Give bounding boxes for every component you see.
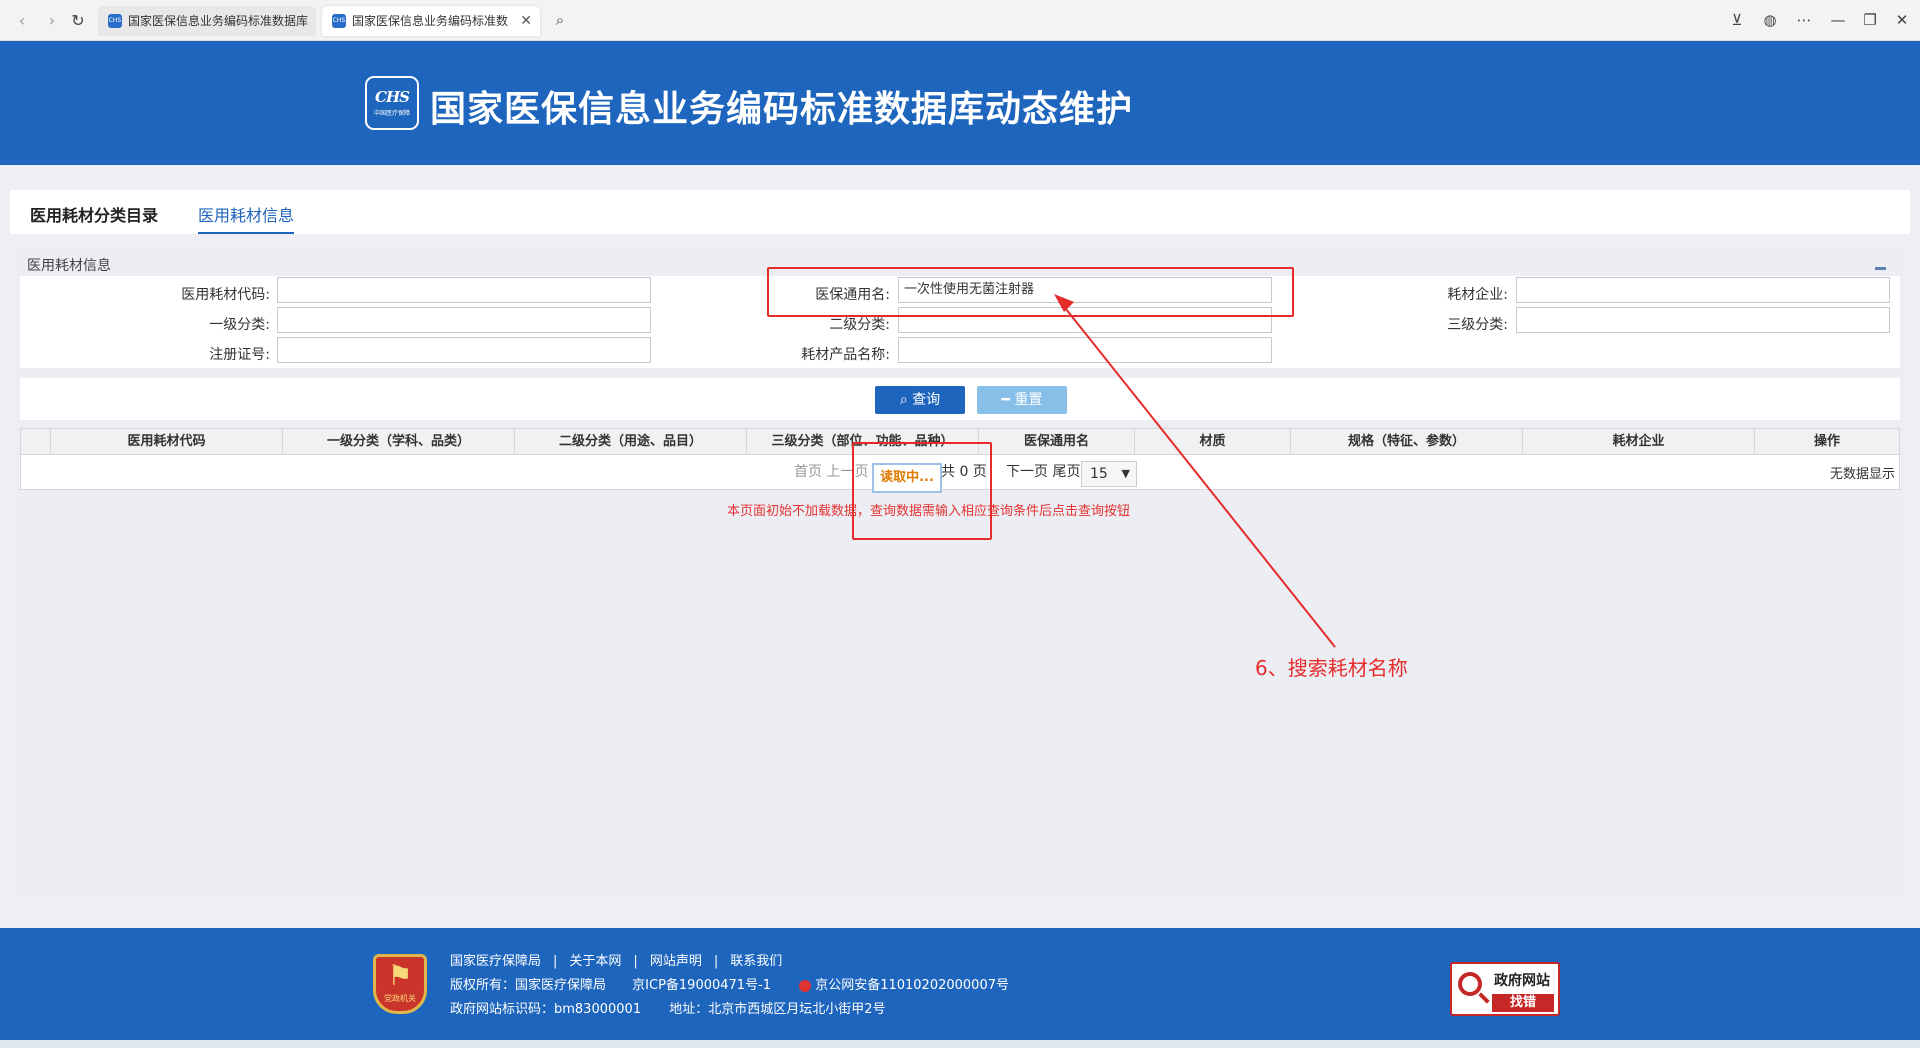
site-footer: ⚑ 党政机关 国家医疗保障局 | 关于本网 | 网站声明 | 联系我们 版权所有：国家医疗保…: [0, 928, 1920, 1040]
annotation-label: 6、搜索耗材名称: [1255, 656, 1408, 680]
close-icon[interactable]: ✕: [520, 6, 532, 36]
window-close-icon[interactable]: ✕: [1892, 10, 1912, 30]
browser-tab-label: 国家医保信息业务编码标准数: [352, 14, 509, 28]
globe-icon[interactable]: ◍: [1760, 10, 1780, 30]
level3-category-input[interactable]: [1516, 307, 1890, 333]
first-page-link[interactable]: 首页: [794, 464, 822, 480]
page-tabs: 医用耗材分类目录 医用耗材信息: [10, 190, 1910, 234]
grid-col[interactable]: 耗材企业: [1523, 429, 1755, 455]
minus-icon: ━: [1001, 392, 1010, 408]
site-header: CHS 中国医疗保障 国家医保信息业务编码标准数据库动态维护: [0, 41, 1920, 165]
consumable-info-panel: 医用耗材信息 医用耗材代码: 医保通用名: 一次性使用无菌注射器 耗材企业: 一…: [10, 244, 1910, 902]
footer-link[interactable]: 国家医疗保障局: [450, 954, 541, 969]
footer-link[interactable]: 联系我们: [730, 954, 782, 969]
emblem-label: 党政机关: [384, 994, 416, 1003]
level1-category-input[interactable]: [277, 307, 651, 333]
no-data-text: 无数据显示: [1829, 467, 1895, 482]
panel-title: 医用耗材信息: [27, 258, 111, 274]
back-icon[interactable]: ‹: [12, 11, 32, 31]
police-record-link[interactable]: 京公网安备11010202000007号: [815, 978, 1009, 993]
annotation-box-name: [767, 267, 1294, 317]
tab-category-catalog[interactable]: 医用耗材分类目录: [30, 202, 158, 234]
tab-consumable-info[interactable]: 医用耗材信息: [198, 202, 295, 234]
download-icon[interactable]: ⊻: [1727, 10, 1747, 30]
browser-chrome: ‹ › ↻ CHS 国家医保信息业务编码标准数据库 CHS 国家医保信息业务编码…: [0, 0, 1920, 41]
grid-rownum-col: [21, 429, 51, 455]
last-page-link[interactable]: 尾页: [1052, 464, 1080, 480]
restore-icon[interactable]: ❐: [1860, 10, 1880, 30]
police-badge-icon: [799, 979, 812, 992]
code-label: 医用耗材代码:: [181, 287, 270, 303]
grid-col[interactable]: 医保通用名: [979, 429, 1135, 455]
next-page-link[interactable]: 下一页: [1006, 464, 1048, 480]
query-button[interactable]: ⌕ 查询: [875, 386, 965, 414]
more-icon[interactable]: ⋯: [1794, 10, 1814, 30]
query-button-label: 查询: [912, 392, 941, 408]
magnifier-handle: [1478, 992, 1490, 1004]
chevron-down-icon: ▼: [1121, 467, 1130, 480]
emblem-glyph: ⚑: [387, 959, 413, 992]
minimize-icon[interactable]: —: [1828, 10, 1848, 30]
footer-info-line: 政府网站标识码：bm83000001 地址：北京市西城区月坛北小街甲2号: [450, 998, 886, 1017]
grid-col[interactable]: 二级分类（用途、品目）: [515, 429, 747, 455]
party-gov-emblem-icon[interactable]: ⚑ 党政机关: [373, 954, 427, 1014]
tabs-divider: [10, 234, 1910, 244]
copyright-text: 版权所有：国家医疗保障局: [450, 978, 607, 993]
footer-link[interactable]: 关于本网: [569, 954, 621, 969]
icp-link[interactable]: 京ICP备19000471号-1: [632, 978, 771, 993]
grid-col[interactable]: 一级分类（学科、品类）: [283, 429, 515, 455]
browser-tab-1[interactable]: CHS 国家医保信息业务编码标准数据库: [98, 6, 316, 36]
gov-btn-subtitle: 找错: [1492, 994, 1554, 1012]
forward-icon[interactable]: ›: [42, 11, 62, 31]
grid-col[interactable]: 医用耗材代码: [51, 429, 283, 455]
logo-text: CHS: [375, 88, 410, 106]
product-name-input[interactable]: [898, 337, 1272, 363]
reload-icon[interactable]: ↻: [68, 11, 88, 31]
reset-button-label: 重置: [1014, 392, 1043, 408]
chs-logo: CHS 中国医疗保障: [365, 76, 419, 130]
site-title: 国家医保信息业务编码标准数据库动态维护: [430, 89, 1134, 130]
level3-label: 三级分类:: [1447, 317, 1508, 333]
enterprise-label: 耗材企业:: [1447, 287, 1508, 303]
level1-label: 一级分类:: [209, 317, 270, 333]
magnifier-icon: [1458, 972, 1482, 996]
gov-site-error-button[interactable]: 政府网站 找错: [1450, 962, 1560, 1016]
address-text: 地址：北京市西城区月坛北小街甲2号: [669, 1002, 886, 1017]
footer-link[interactable]: 网站声明: [650, 954, 702, 969]
grid-col[interactable]: 规格（特征、参数）: [1291, 429, 1523, 455]
collapse-icon[interactable]: [1875, 267, 1886, 270]
footer-copyright-line: 版权所有：国家医疗保障局 京ICP备19000471号-1 京公网安备11010…: [450, 974, 1009, 993]
grid-col[interactable]: 材质: [1135, 429, 1291, 455]
search-icon: ⌕: [899, 392, 908, 408]
product-name-label: 耗材产品名称:: [801, 347, 890, 363]
chs-favicon-icon: CHS: [332, 14, 346, 28]
chs-favicon-icon: CHS: [108, 14, 122, 28]
footer-links: 国家医疗保障局 | 关于本网 | 网站声明 | 联系我们: [450, 954, 783, 969]
grid-col[interactable]: 操作: [1755, 429, 1899, 455]
page-size-value: 15: [1090, 466, 1108, 482]
bottom-strip: [0, 1040, 1920, 1048]
reset-button[interactable]: ━ 重置: [977, 386, 1067, 414]
action-bar: ⌕ 查询 ━ 重置: [20, 378, 1900, 420]
gov-btn-title: 政府网站: [1494, 973, 1550, 989]
browser-tab-2[interactable]: CHS 国家医保信息业务编码标准数 ✕: [322, 6, 540, 36]
site-code-text: 政府网站标识码：bm83000001: [450, 1002, 642, 1017]
registration-number-input[interactable]: [277, 337, 651, 363]
consumable-code-input[interactable]: [277, 277, 651, 303]
logo-subtext: 中国医疗保障: [373, 110, 410, 117]
browser-tab-label: 国家医保信息业务编码标准数据库: [128, 14, 309, 28]
annotation-box-loading: [852, 442, 992, 540]
pager-next: 下一页 尾页: [1006, 459, 1080, 485]
enterprise-input[interactable]: [1516, 277, 1890, 303]
page-size-select[interactable]: 15 ▼: [1081, 461, 1137, 487]
search-icon[interactable]: ⌕: [550, 10, 570, 30]
level2-label: 二级分类:: [829, 317, 890, 333]
registration-label: 注册证号:: [209, 347, 270, 363]
